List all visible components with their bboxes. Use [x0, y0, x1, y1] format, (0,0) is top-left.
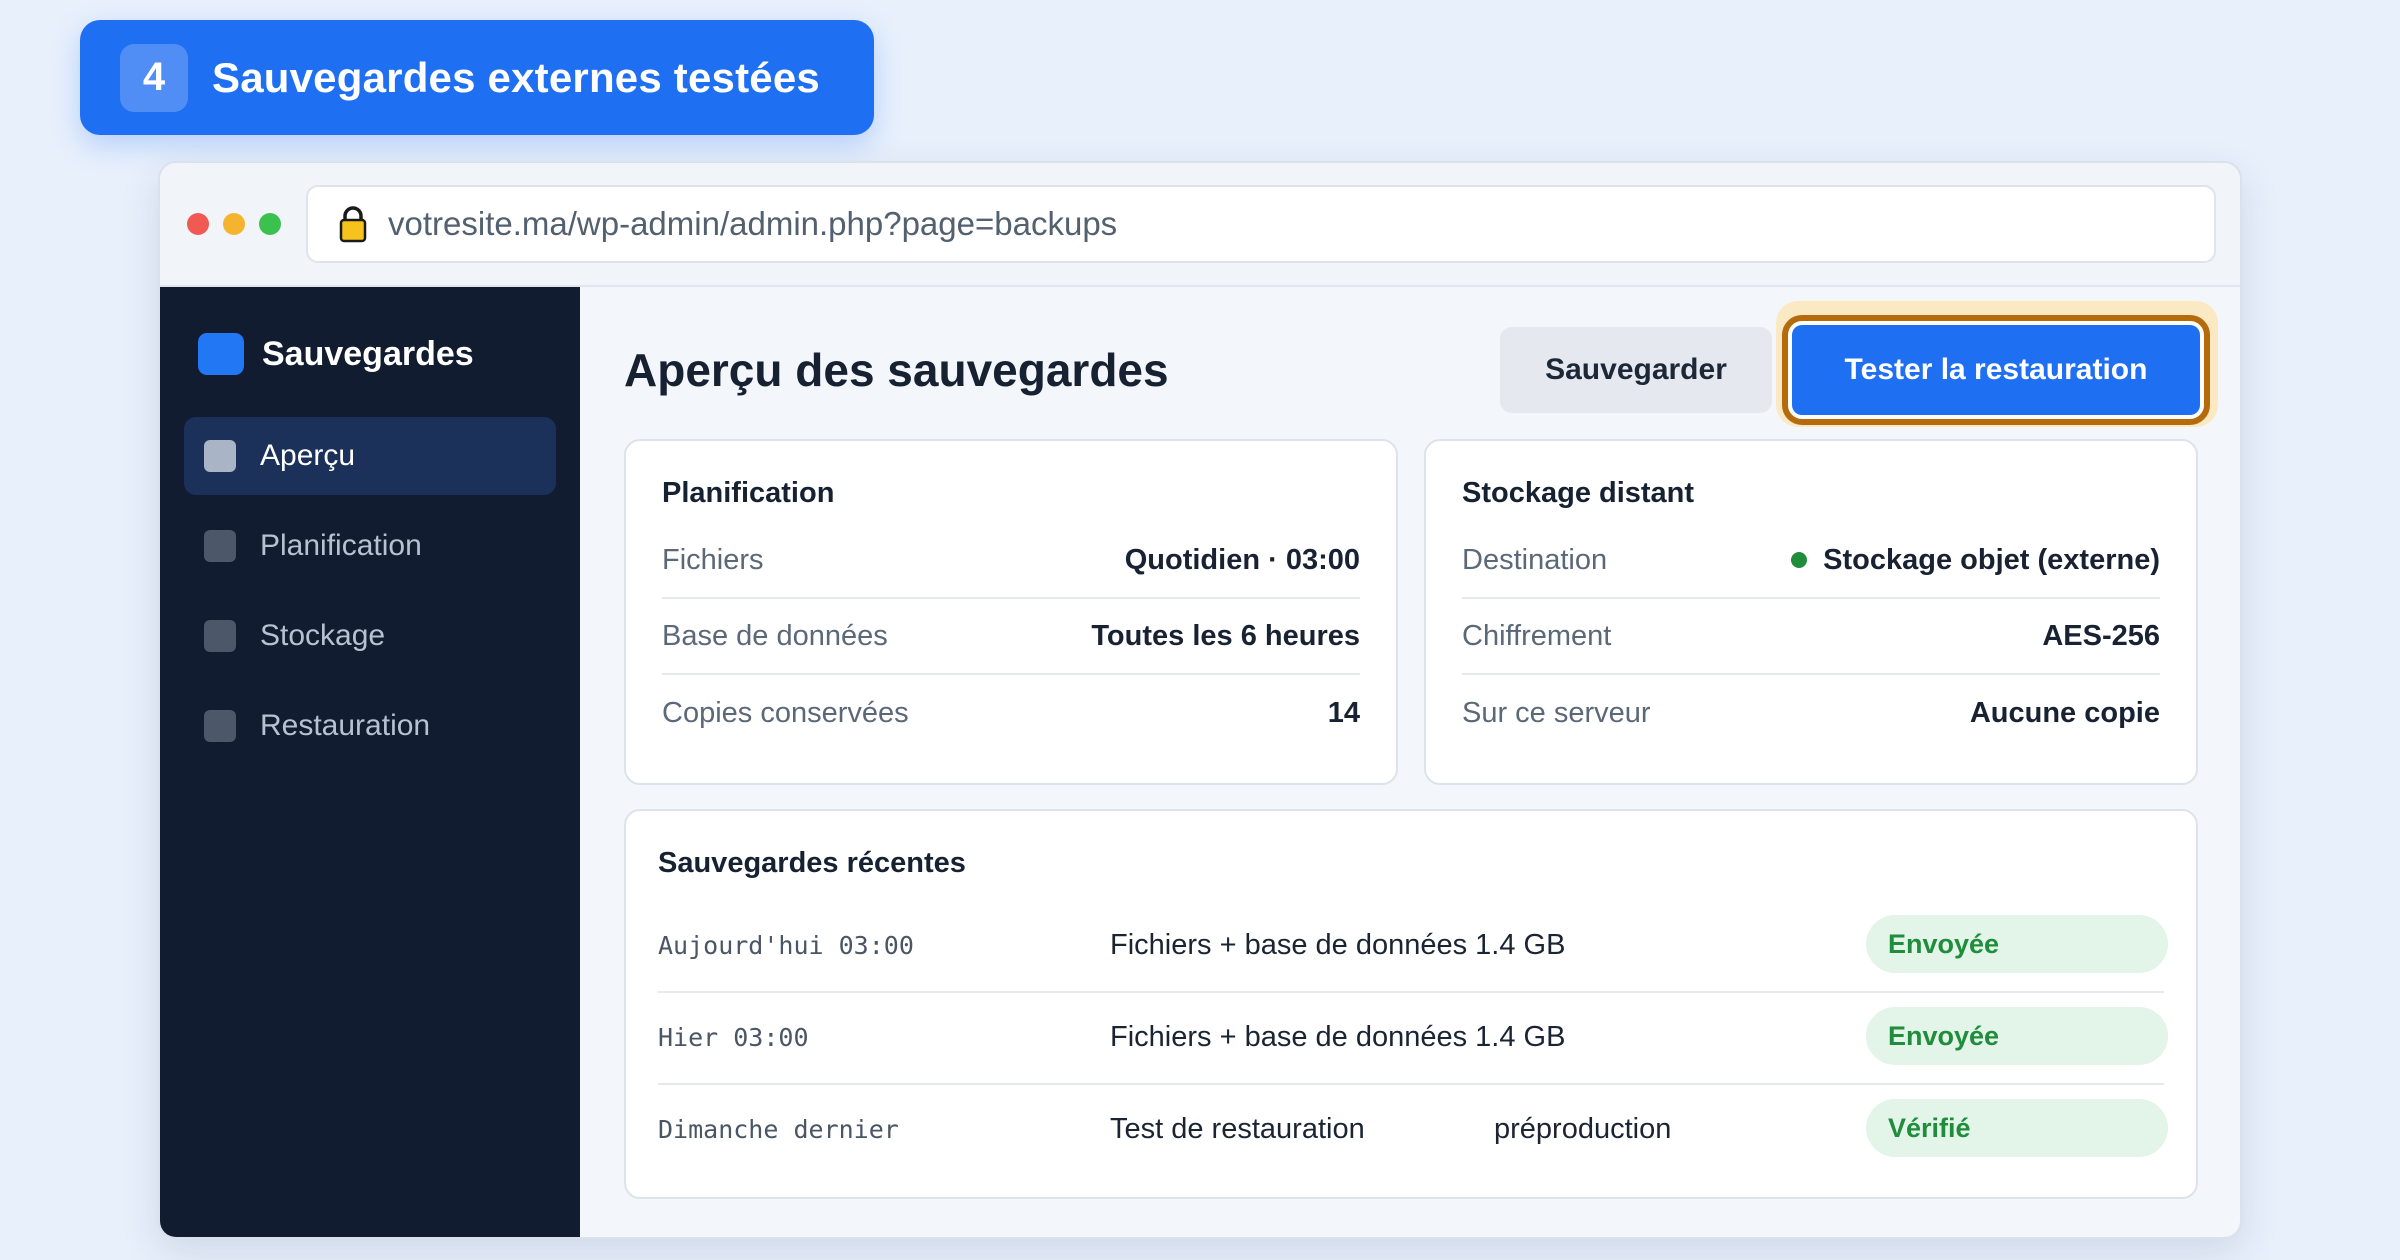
row-value: Stockage objet (externe): [1791, 544, 2160, 577]
main-content: Aperçu des sauvegardes Sauvegarder Teste…: [580, 287, 2240, 1237]
lock-icon: [339, 206, 367, 243]
row-key: Destination: [1462, 543, 1608, 576]
sidebar-item-planification[interactable]: Planification: [184, 507, 556, 585]
destination-value: Stockage objet (externe): [1823, 543, 2160, 576]
schedule-row: Base de données Toutes les 6 heures: [662, 599, 1360, 675]
square-icon: [204, 440, 236, 472]
backup-date: Hier 03:00: [658, 1023, 809, 1052]
address-bar[interactable]: votresite.ma/wp-admin/admin.php?page=bac…: [306, 185, 2216, 263]
brand-logo-icon: [198, 333, 244, 375]
row-key: Copies conservées: [662, 696, 909, 729]
url-text: votresite.ma/wp-admin/admin.php?page=bac…: [388, 205, 1118, 242]
backup-date: Dimanche dernier: [658, 1115, 899, 1144]
row-value: Quotidien · 03:00: [1124, 543, 1360, 576]
sidebar-item-restauration[interactable]: Restauration: [184, 687, 556, 765]
row-key: Chiffrement: [1462, 619, 1612, 652]
remote-row: Destination Stockage objet (externe): [1462, 523, 2160, 599]
brand-name: Sauvegardes: [262, 334, 474, 373]
browser-window: votresite.ma/wp-admin/admin.php?page=bac…: [158, 161, 2242, 1239]
page-title: Aperçu des sauvegardes: [624, 344, 1169, 396]
save-button[interactable]: Sauvegarder: [1500, 327, 1772, 413]
step-banner: 4 Sauvegardes externes testées: [80, 20, 874, 135]
sidebar-item-label: Aperçu: [260, 439, 356, 472]
sidebar-item-label: Restauration: [260, 709, 431, 742]
sidebar-item-apercu[interactable]: Aperçu: [184, 417, 556, 495]
online-status-dot: [1791, 552, 1808, 568]
backup-extra: préproduction: [1494, 1113, 1672, 1145]
square-icon: [204, 710, 236, 742]
backup-date: Aujourd'hui 03:00: [658, 931, 914, 960]
card-title: Sauvegardes récentes: [658, 847, 966, 879]
recent-backups-card: Sauvegardes récentes Aujourd'hui 03:00 F…: [624, 809, 2198, 1199]
row-value: Aucune copie: [1969, 696, 2160, 729]
backup-description: Fichiers + base de données 1.4 GB: [1110, 929, 1566, 961]
card-title: Planification: [662, 477, 835, 509]
sidebar-item-stockage[interactable]: Stockage: [184, 597, 556, 675]
test-restore-button-label: Tester la restauration: [1792, 325, 2200, 415]
sidebar-item-label: Planification: [260, 529, 422, 562]
minimize-window-dot[interactable]: [223, 213, 245, 235]
sidebar-brand: Sauvegardes: [198, 333, 474, 375]
schedule-row: Fichiers Quotidien · 03:00: [662, 523, 1360, 599]
remote-storage-card: Stockage distant Destination Stockage ob…: [1424, 439, 2198, 785]
square-icon: [204, 620, 236, 652]
sidebar: Sauvegardes Aperçu Planification Stockag…: [160, 287, 580, 1237]
status-badge: Envoyée: [1866, 915, 2168, 973]
step-title: Sauvegardes externes testées: [212, 53, 820, 101]
close-window-dot[interactable]: [187, 213, 209, 235]
schedule-row: Copies conservées 14: [662, 675, 1360, 751]
status-badge: Envoyée: [1866, 1007, 2168, 1065]
table-row: Aujourd'hui 03:00 Fichiers + base de don…: [658, 901, 2168, 993]
square-icon: [204, 530, 236, 562]
sidebar-item-label: Stockage: [260, 619, 386, 652]
row-value: Toutes les 6 heures: [1091, 619, 1360, 652]
maximize-window-dot[interactable]: [259, 213, 281, 235]
schedule-card: Planification Fichiers Quotidien · 03:00…: [624, 439, 1398, 785]
row-value: AES-256: [2042, 619, 2160, 652]
table-row: Hier 03:00 Fichiers + base de données 1.…: [658, 993, 2168, 1085]
remote-row: Chiffrement AES-256: [1462, 599, 2160, 675]
backup-description: Fichiers + base de données 1.4 GB: [1110, 1021, 1566, 1053]
row-key: Fichiers: [662, 543, 764, 576]
status-badge: Vérifié: [1866, 1099, 2168, 1157]
remote-row: Sur ce serveur Aucune copie: [1462, 675, 2160, 751]
backup-description: Test de restauration: [1110, 1113, 1365, 1145]
table-row: Dimanche dernier Test de restauration pr…: [658, 1085, 2168, 1177]
browser-chrome: votresite.ma/wp-admin/admin.php?page=bac…: [160, 163, 2240, 287]
row-key: Sur ce serveur: [1462, 696, 1651, 729]
row-value: 14: [1327, 696, 1360, 729]
step-number: 4: [120, 43, 188, 112]
row-key: Base de données: [662, 619, 888, 652]
test-restore-button[interactable]: Tester la restauration: [1782, 315, 2210, 425]
card-title: Stockage distant: [1462, 477, 1695, 509]
